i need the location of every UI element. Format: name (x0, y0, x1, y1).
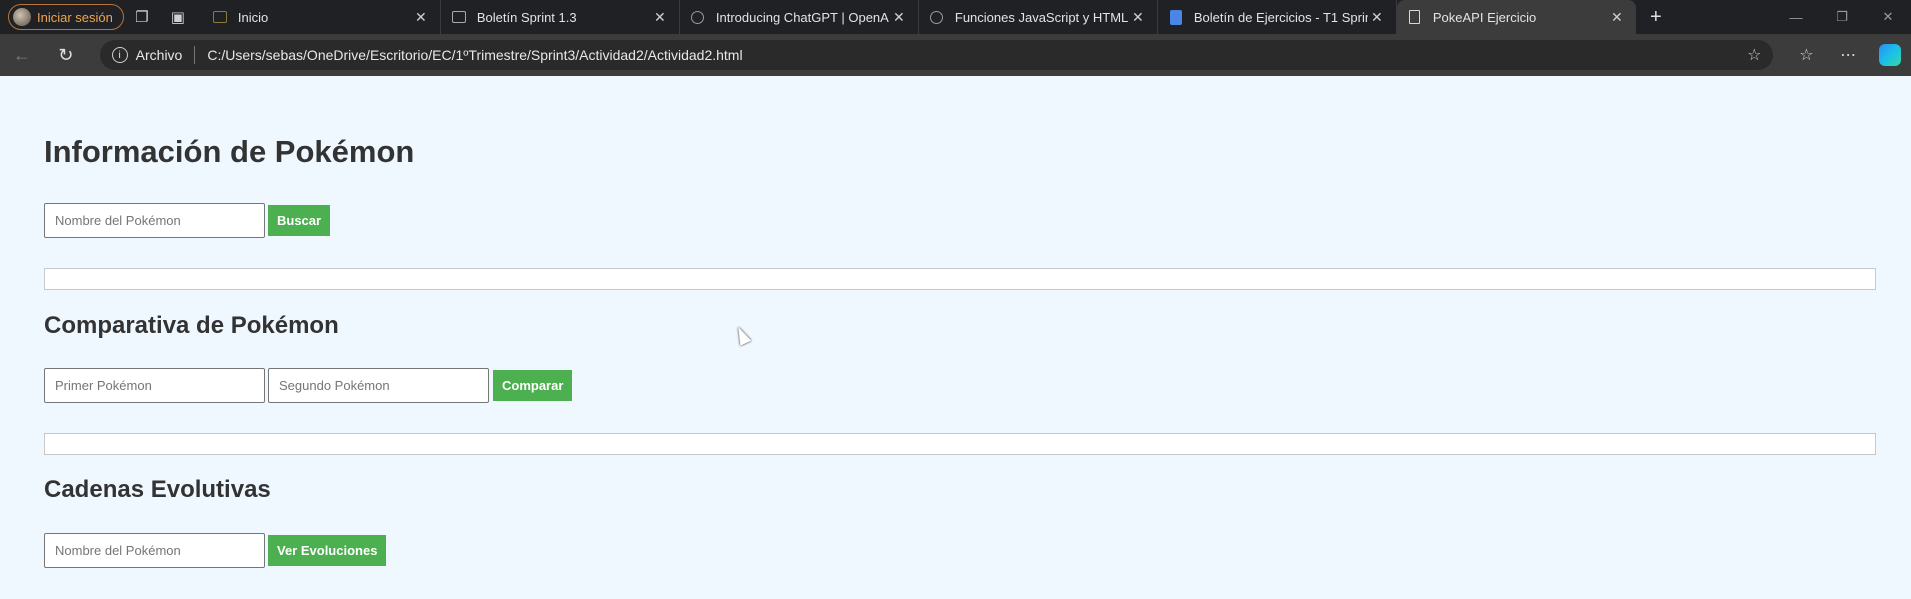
tab-pokeapi[interactable]: PokeAPI Ejercicio ✕ (1396, 0, 1636, 34)
window-controls: — ❐ ✕ (1773, 0, 1911, 34)
close-icon[interactable]: ✕ (412, 9, 430, 26)
compare-button[interactable]: Comparar (493, 370, 573, 401)
close-icon[interactable]: ✕ (651, 9, 669, 26)
tab-title: Boletín de Ejercicios - T1 Sprint 3 (1193, 9, 1368, 25)
tab-title: Boletín Sprint 1.3 (476, 9, 577, 25)
window-close-icon[interactable]: ✕ (1865, 0, 1911, 34)
new-tab-button[interactable]: + (1636, 0, 1676, 34)
favorite-star-icon[interactable]: ☆ (1747, 45, 1761, 65)
avatar (13, 8, 31, 26)
pokemon-search-input[interactable] (44, 203, 265, 238)
tab-title: Introducing ChatGPT | OpenAI (715, 9, 890, 25)
page-viewport: Información de Pokémon Buscar Comparativ… (4, 76, 1911, 599)
divider (194, 46, 196, 64)
tab-introducing-chatgpt[interactable]: Introducing ChatGPT | OpenAI ✕ (680, 0, 919, 34)
tab-inicio[interactable]: Inicio ✕ (202, 0, 441, 34)
tab-strip: Inicio ✕ Boletín Sprint 1.3 ✕ Introducin… (202, 0, 1636, 34)
second-pokemon-input[interactable] (268, 368, 489, 403)
docs-icon (1168, 9, 1184, 25)
minimize-icon[interactable]: — (1773, 0, 1819, 34)
comparison-result (44, 433, 1876, 455)
tab-bar: Iniciar sesión ❐ ▣ Inicio ✕ Boletín Spri… (0, 0, 1911, 34)
pokemon-info-result (44, 268, 1876, 290)
page-icon (1407, 9, 1423, 25)
compare-heading: Comparativa de Pokémon (44, 312, 339, 339)
workspaces-icon[interactable]: ❐ (124, 0, 160, 34)
tab-title: PokeAPI Ejercicio (1432, 9, 1537, 25)
copilot-icon[interactable] (1869, 34, 1911, 76)
tab-title: Funciones JavaScript y HTML (954, 9, 1129, 25)
tab-funciones-js[interactable]: Funciones JavaScript y HTML ✕ (919, 0, 1158, 34)
page-title: Información de Pokémon (44, 134, 415, 169)
tab-boletin-ejercicios[interactable]: Boletín de Ejercicios - T1 Sprint 3 ✕ (1158, 0, 1397, 34)
back-icon[interactable]: ← (0, 34, 44, 76)
evolution-pokemon-input[interactable] (44, 533, 265, 568)
search-button[interactable]: Buscar (268, 205, 331, 236)
evolutions-button[interactable]: Ver Evoluciones (268, 535, 387, 566)
person-card-icon (451, 9, 467, 25)
info-icon[interactable]: i (111, 47, 128, 63)
evolution-heading: Cadenas Evolutivas (44, 476, 271, 503)
close-icon[interactable]: ✕ (1368, 9, 1386, 26)
more-options-icon[interactable]: ⋯ (1827, 34, 1869, 76)
image-icon (212, 9, 228, 25)
first-pokemon-input[interactable] (44, 368, 265, 403)
profile-label: Iniciar sesión (37, 9, 113, 25)
address-bar: ← ↻ i Archivo C:/Users/sebas/OneDrive/Es… (0, 34, 1911, 76)
restore-icon[interactable]: ❐ (1819, 0, 1865, 34)
tab-actions-icon[interactable]: ▣ (160, 0, 196, 34)
favorites-icon[interactable]: ☆ (1785, 34, 1827, 76)
tab-boletin-sprint[interactable]: Boletín Sprint 1.3 ✕ (441, 0, 680, 34)
close-icon[interactable]: ✕ (1608, 9, 1626, 26)
reload-icon[interactable]: ↻ (44, 34, 88, 76)
openai-icon (929, 9, 945, 25)
url-text: C:/Users/sebas/OneDrive/Escritorio/EC/1º… (207, 47, 743, 63)
profile-button[interactable]: Iniciar sesión (8, 4, 124, 30)
scheme-label: Archivo (135, 47, 183, 63)
openai-icon (690, 9, 706, 25)
close-icon[interactable]: ✕ (1129, 9, 1147, 26)
tab-title: Inicio (237, 9, 269, 25)
url-field[interactable]: i Archivo C:/Users/sebas/OneDrive/Escrit… (99, 40, 1774, 70)
close-icon[interactable]: ✕ (890, 9, 908, 26)
